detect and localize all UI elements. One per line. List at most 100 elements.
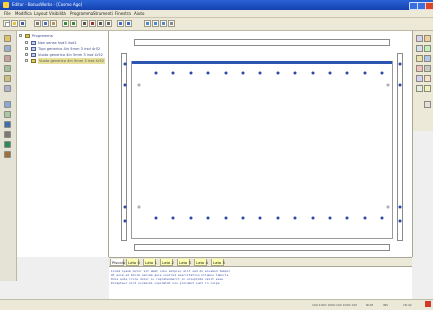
hole-dot[interactable] xyxy=(293,71,297,75)
tool-drill-icon[interactable] xyxy=(4,65,11,72)
tab-piscolo[interactable]: Piscolo xyxy=(110,259,125,266)
hole-dot[interactable] xyxy=(398,205,402,209)
view-icon[interactable] xyxy=(97,20,104,27)
top-rail[interactable] xyxy=(134,39,390,46)
pointer-icon[interactable] xyxy=(424,101,431,108)
hole-dot[interactable] xyxy=(345,71,349,75)
hole-dot[interactable] xyxy=(311,71,315,75)
select-icon[interactable] xyxy=(168,20,175,27)
tool-edge-icon[interactable] xyxy=(4,111,11,118)
hole-dot[interactable] xyxy=(398,83,402,87)
expand-icon[interactable] xyxy=(25,41,28,44)
right-post[interactable] xyxy=(397,53,403,241)
help-icon[interactable] xyxy=(117,20,124,27)
message-log[interactable]: Lorem ipsum dolor sit amet cons adipisc … xyxy=(109,266,412,300)
hole-dot[interactable] xyxy=(189,71,193,75)
menu-aiuto[interactable]: Aiuto xyxy=(134,11,144,16)
hole-dot[interactable] xyxy=(276,216,280,220)
tool-macro-icon[interactable] xyxy=(4,101,11,108)
hole-dot[interactable] xyxy=(189,216,193,220)
hole-dot[interactable] xyxy=(206,216,210,220)
left-post[interactable] xyxy=(121,53,127,241)
save-icon[interactable] xyxy=(19,20,26,27)
tool-saw-icon[interactable] xyxy=(4,75,11,82)
copy-icon[interactable] xyxy=(42,20,49,27)
zoom-fit-icon[interactable] xyxy=(160,20,167,27)
circle-icon[interactable] xyxy=(424,55,431,62)
tab-lato-2[interactable]: Lato 2 xyxy=(160,259,174,266)
hole-dot[interactable] xyxy=(154,71,158,75)
hole-dot[interactable] xyxy=(224,71,228,75)
hole-ring[interactable] xyxy=(386,205,390,209)
hole-dot[interactable] xyxy=(345,216,349,220)
info-icon[interactable] xyxy=(125,20,132,27)
hole-dot[interactable] xyxy=(123,219,127,223)
panel-outline[interactable] xyxy=(131,61,393,239)
cut-icon[interactable] xyxy=(34,20,41,27)
hole-dot[interactable] xyxy=(328,71,332,75)
tool-mill-icon[interactable] xyxy=(4,85,11,92)
menu-visibilita[interactable]: Visibilità xyxy=(49,11,66,16)
hole-dot[interactable] xyxy=(171,216,175,220)
grid-icon[interactable] xyxy=(81,20,88,27)
tool-camera-icon[interactable] xyxy=(4,131,11,138)
menu-programma[interactable]: Programma xyxy=(70,11,93,16)
menu-strumenti[interactable]: Strumenti xyxy=(93,11,113,16)
layer-icon[interactable] xyxy=(89,20,96,27)
tool-wrench-icon[interactable] xyxy=(4,151,11,158)
expand-icon[interactable] xyxy=(25,59,28,62)
zoom-out-icon[interactable] xyxy=(152,20,159,27)
hole-ring[interactable] xyxy=(137,83,141,87)
dim-icon[interactable] xyxy=(424,35,431,42)
hole-ring[interactable] xyxy=(386,83,390,87)
hole-dot[interactable] xyxy=(123,83,127,87)
close-icon[interactable] xyxy=(425,2,433,10)
hole-dot[interactable] xyxy=(398,219,402,223)
arc-icon[interactable] xyxy=(416,55,423,62)
hole-dot[interactable] xyxy=(123,62,127,66)
hole-dot[interactable] xyxy=(171,71,175,75)
selected-edge[interactable] xyxy=(132,61,392,64)
hole-dot[interactable] xyxy=(276,71,280,75)
tab-lato-3[interactable]: Lato 3 xyxy=(177,259,191,266)
tool-folder-icon[interactable] xyxy=(4,35,11,42)
rotate-icon[interactable] xyxy=(424,75,431,82)
collapse-icon[interactable] xyxy=(19,34,22,37)
print-icon[interactable] xyxy=(105,20,112,27)
tab-lato-1[interactable]: Lato 1 xyxy=(143,259,157,266)
hole-dot[interactable] xyxy=(363,216,367,220)
hole-dot[interactable] xyxy=(258,216,262,220)
array-icon[interactable] xyxy=(416,85,423,92)
tab-lato-5[interactable]: Lato 5 xyxy=(211,259,225,266)
drawing-canvas[interactable] xyxy=(109,31,413,257)
hole-dot[interactable] xyxy=(380,216,384,220)
hole-dot[interactable] xyxy=(154,216,158,220)
menu-modifica[interactable]: Modifica xyxy=(15,11,32,16)
hole-dot[interactable] xyxy=(241,71,245,75)
menu-layout[interactable]: Layout xyxy=(34,11,48,16)
mirror-icon[interactable] xyxy=(416,75,423,82)
hole-ring[interactable] xyxy=(137,205,141,209)
tool-panel-icon[interactable] xyxy=(4,45,11,52)
zoom-in-icon[interactable] xyxy=(144,20,151,27)
hole-dot[interactable] xyxy=(123,205,127,209)
tool-gear-icon[interactable] xyxy=(4,121,11,128)
hole-dot[interactable] xyxy=(363,71,367,75)
new-icon[interactable] xyxy=(3,20,10,27)
prop-icon[interactable] xyxy=(416,35,423,42)
tab-lato-0[interactable]: Lato 0 xyxy=(126,259,140,266)
hole-dot[interactable] xyxy=(328,216,332,220)
hole-dot[interactable] xyxy=(380,71,384,75)
tab-lato-4[interactable]: Lato 4 xyxy=(194,259,208,266)
menu-finestra[interactable]: Finestra xyxy=(115,11,131,16)
hole-dot[interactable] xyxy=(224,216,228,220)
hole-dot[interactable] xyxy=(293,216,297,220)
expand-icon[interactable] xyxy=(25,47,28,50)
undo-icon[interactable] xyxy=(62,20,69,27)
bottom-rail[interactable] xyxy=(134,244,390,251)
tool-piece-icon[interactable] xyxy=(4,55,11,62)
hole-dot[interactable] xyxy=(311,216,315,220)
hole-dot[interactable] xyxy=(258,71,262,75)
expand-icon[interactable] xyxy=(25,53,28,56)
menu-file[interactable]: File xyxy=(4,11,11,16)
